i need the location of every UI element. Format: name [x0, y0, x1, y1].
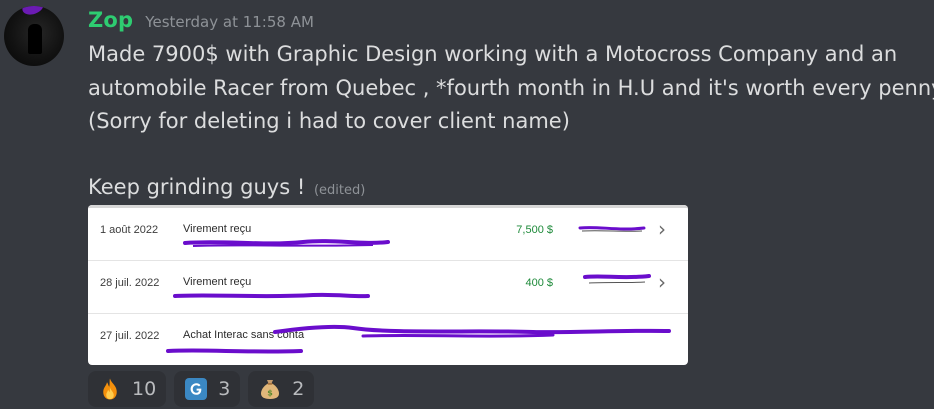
reaction-money-bag[interactable]: $ 2: [248, 371, 315, 407]
message-line-3: (Sorry for deleting i had to cover clien…: [88, 109, 570, 133]
avatar[interactable]: [4, 6, 64, 66]
money-bag-icon: $: [261, 380, 280, 399]
message-line-4: Keep grinding guys !: [88, 175, 306, 199]
transaction-row[interactable]: 27 juil. 2022 Achat Interac sans conta: [88, 314, 688, 365]
chevron-right-icon[interactable]: ›: [658, 270, 666, 294]
chevron-right-icon[interactable]: ›: [658, 217, 666, 241]
reaction-count: 10: [132, 378, 157, 400]
reaction-fire[interactable]: 10: [88, 371, 167, 407]
redaction-mark: [183, 239, 390, 247]
message-line-2: automobile Racer from Quebec , *fourth m…: [88, 76, 934, 100]
transaction-description: Virement reçu: [183, 276, 252, 288]
transaction-description: Virement reçu: [183, 223, 252, 235]
message-line-2-wrapper: automobile Racer from Quebec , *fourth m…: [88, 71, 934, 105]
edited-label: (edited): [313, 183, 366, 198]
image-attachment[interactable]: 1 août 2022 Virement reçu 7,500 $ › 28 j…: [88, 205, 688, 365]
redaction-mark: [273, 324, 671, 338]
reaction-g-letter[interactable]: 3: [174, 371, 241, 407]
g-letter-icon: [185, 378, 208, 400]
redaction-mark: [578, 226, 646, 232]
redaction-mark: [173, 292, 370, 299]
transaction-row[interactable]: 1 août 2022 Virement reçu 7,500 $ ›: [88, 208, 688, 261]
message-line-4-wrapper: Keep grinding guys ! (edited): [88, 171, 934, 207]
message-content: Made 7900$ with Graphic Design working w…: [88, 38, 934, 207]
reactions-bar: 10 3 $ 2: [88, 371, 315, 407]
reaction-count: 3: [218, 378, 231, 400]
message-header: Zop Yesterday at 11:58 AM: [88, 8, 314, 36]
chat-message: Zop Yesterday at 11:58 AM Made 7900$ wit…: [0, 0, 934, 409]
username[interactable]: Zop: [88, 8, 133, 32]
redaction-mark: [166, 348, 303, 354]
message-line-1: Made 7900$ with Graphic Design working w…: [88, 42, 898, 66]
svg-text:$: $: [267, 389, 273, 398]
transaction-row[interactable]: 28 juil. 2022 Virement reçu 400 $ ›: [88, 261, 688, 314]
transaction-date: 1 août 2022: [100, 224, 159, 236]
fire-icon: [103, 378, 117, 400]
timestamp[interactable]: Yesterday at 11:58 AM: [145, 13, 314, 31]
transaction-amount: 7,500 $: [516, 224, 553, 236]
transaction-date: 27 juil. 2022: [100, 330, 160, 342]
avatar-figure: [28, 24, 42, 54]
transaction-amount: 400 $: [525, 277, 553, 289]
reaction-count: 2: [292, 378, 305, 400]
redaction-mark: [583, 274, 651, 284]
transaction-date: 28 juil. 2022: [100, 277, 160, 289]
avatar-accent: [20, 6, 46, 18]
